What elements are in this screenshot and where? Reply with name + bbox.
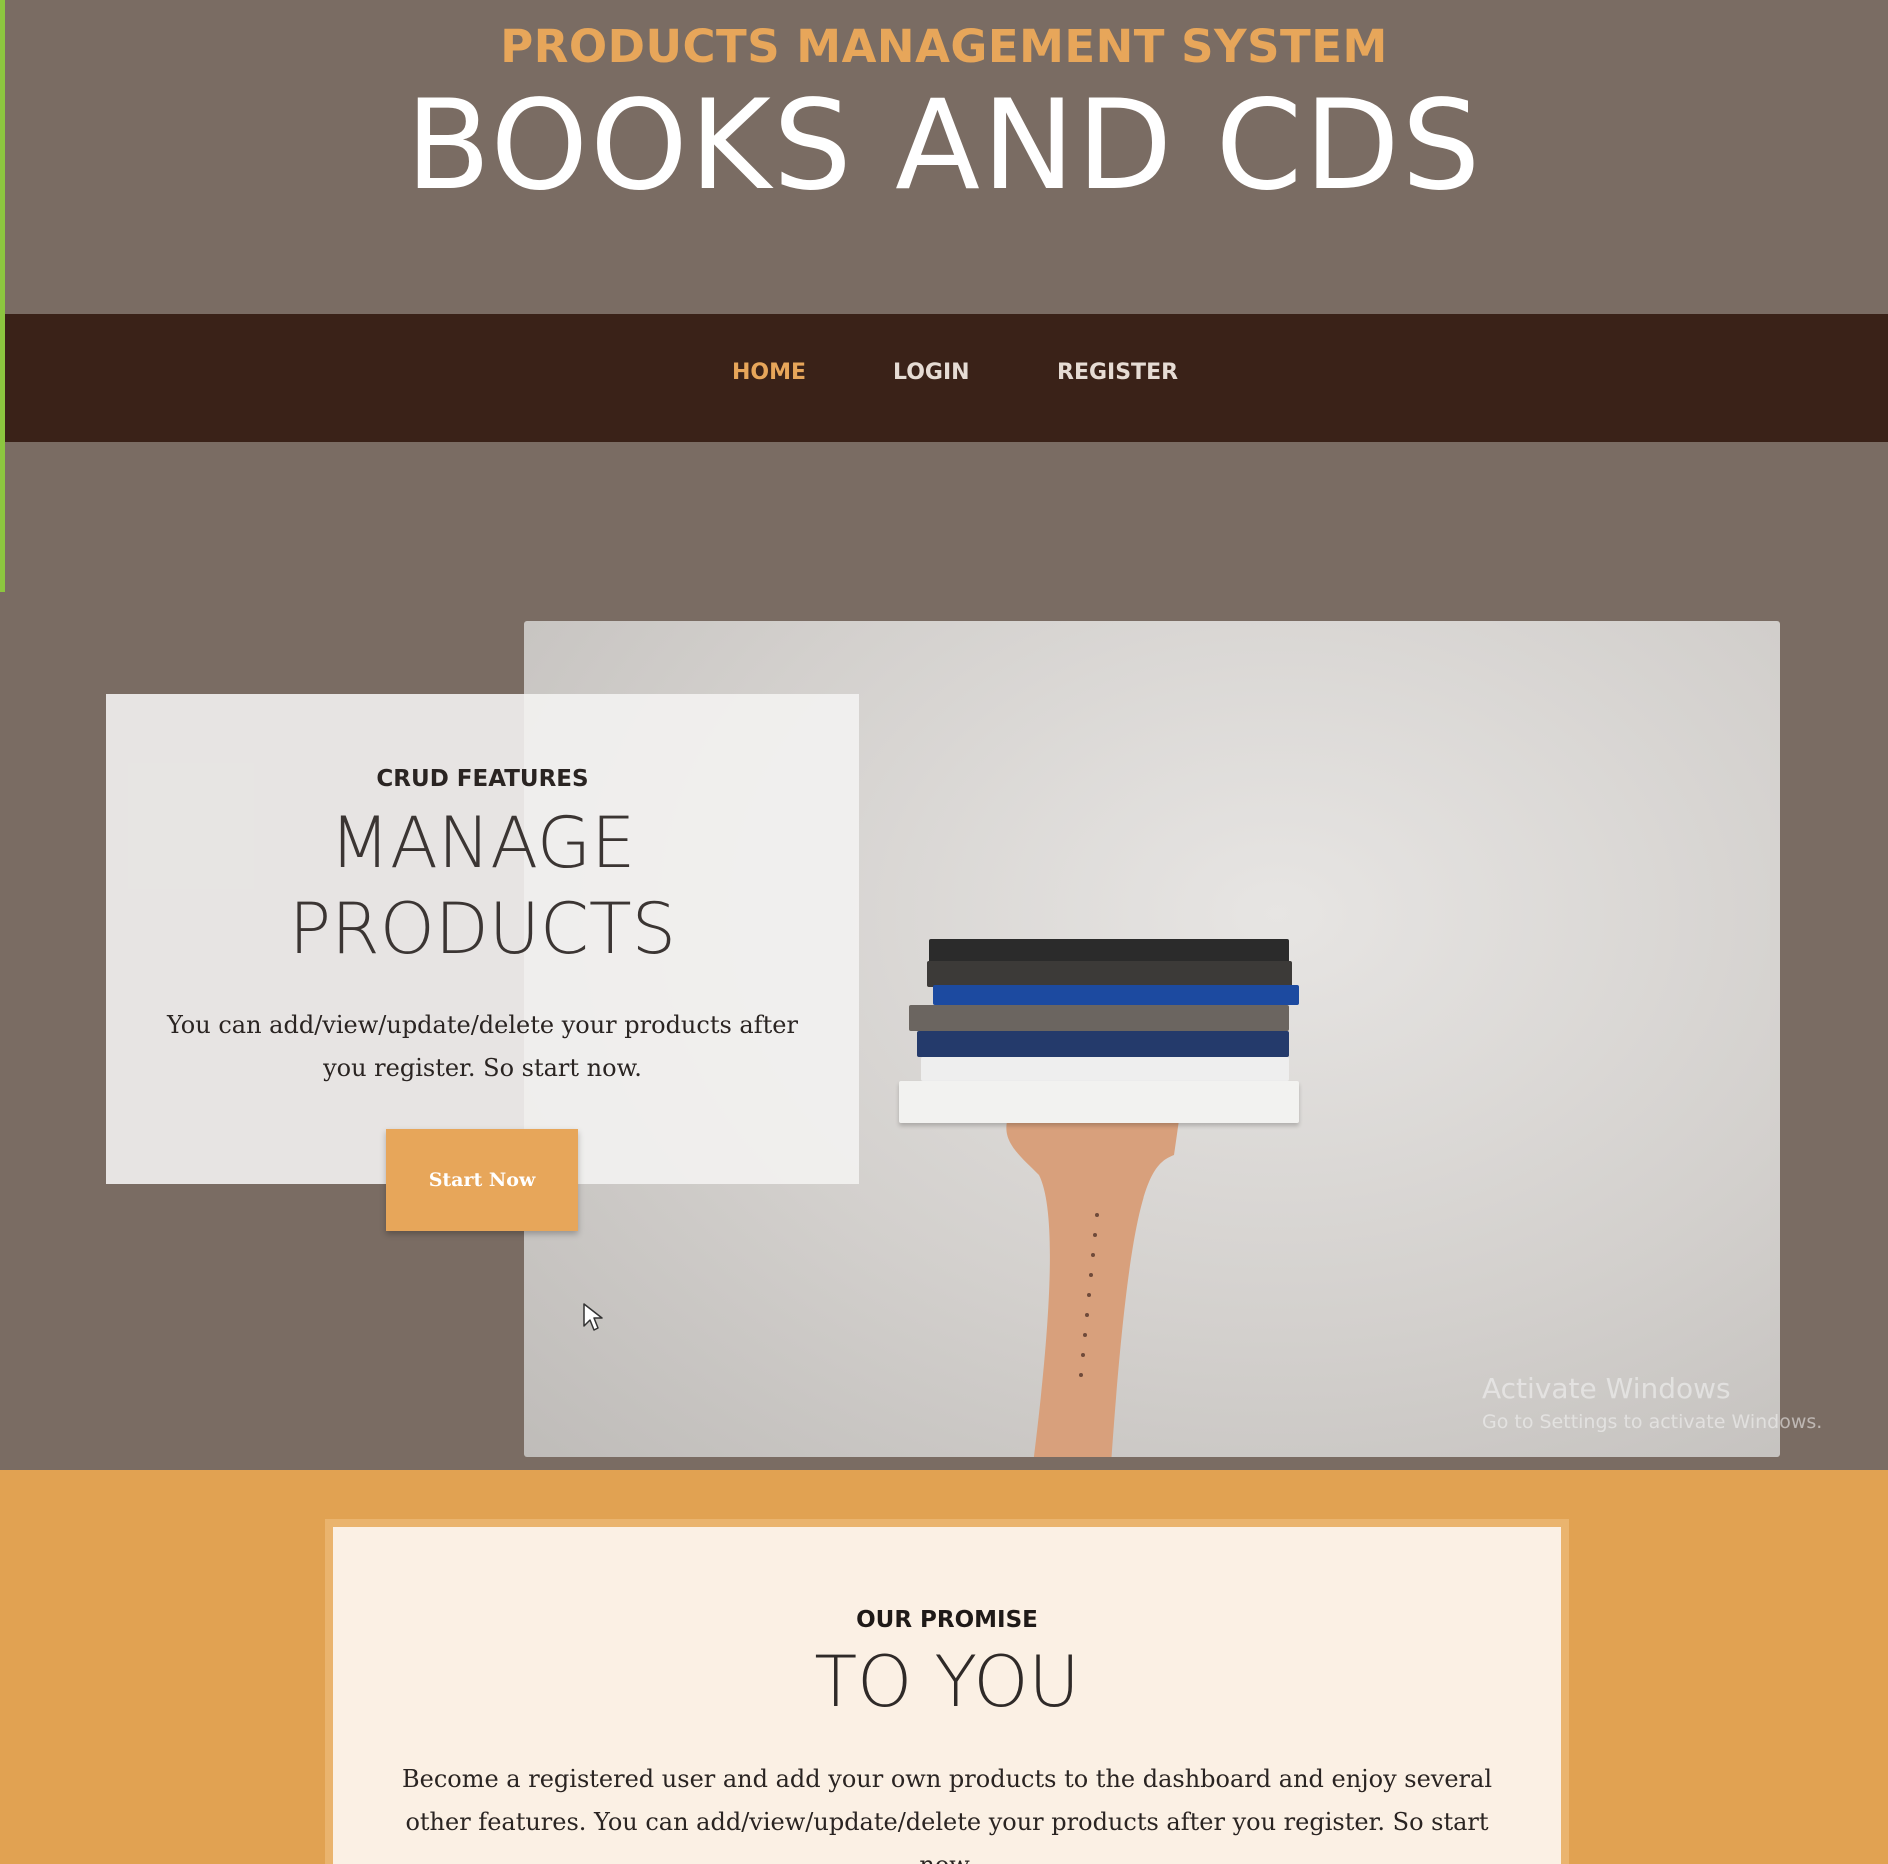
book-stack (899, 939, 1299, 1129)
hand-holding-books (1006, 1102, 1179, 1457)
watermark-title: Activate Windows (1482, 1372, 1731, 1405)
crud-features-card: CRUD FEATURES MANAGE PRODUCTS You can ad… (106, 694, 859, 1184)
nav-register-link[interactable]: REGISTER (1057, 360, 1178, 385)
card-title: MANAGE PRODUCTS (106, 800, 859, 972)
card-title-line1: MANAGE (329, 802, 636, 884)
book-spine (933, 985, 1299, 1005)
promise-card: OUR PROMISE TO YOU Become a registered u… (325, 1519, 1569, 1864)
site-subtitle: PRODUCTS MANAGEMENT SYSTEM (500, 20, 1388, 73)
window-edge (0, 0, 5, 592)
site-title: BOOKS AND CDS (405, 74, 1483, 218)
watermark-subtitle: Go to Settings to activate Windows. (1482, 1411, 1823, 1433)
card-title-line2: PRODUCTS (288, 888, 677, 970)
nav-home-link[interactable]: HOME (732, 360, 806, 385)
book-spine (899, 1081, 1299, 1123)
book-spine (927, 961, 1292, 987)
book-spine (921, 1057, 1289, 1081)
book-spine (909, 1005, 1289, 1031)
card-description: You can add/view/update/delete your prod… (167, 1011, 798, 1082)
promise-eyebrow: OUR PROMISE (856, 1607, 1038, 1633)
promise-title: TO YOU (814, 1641, 1080, 1723)
mouse-pointer-icon (583, 1303, 603, 1331)
card-eyebrow: CRUD FEATURES (376, 766, 589, 792)
promise-description: Become a registered user and add your ow… (401, 1765, 1492, 1864)
windows-activation-watermark: Activate Windows Go to Settings to activ… (1482, 1372, 1822, 1433)
site-header: PRODUCTS MANAGEMENT SYSTEM BOOKS AND CDS (0, 0, 1888, 314)
start-now-button[interactable]: Start Now (386, 1129, 578, 1231)
main-navbar: HOME LOGIN REGISTER (4, 314, 1888, 442)
nav-login-link[interactable]: LOGIN (893, 360, 970, 385)
book-spine (917, 1031, 1289, 1057)
